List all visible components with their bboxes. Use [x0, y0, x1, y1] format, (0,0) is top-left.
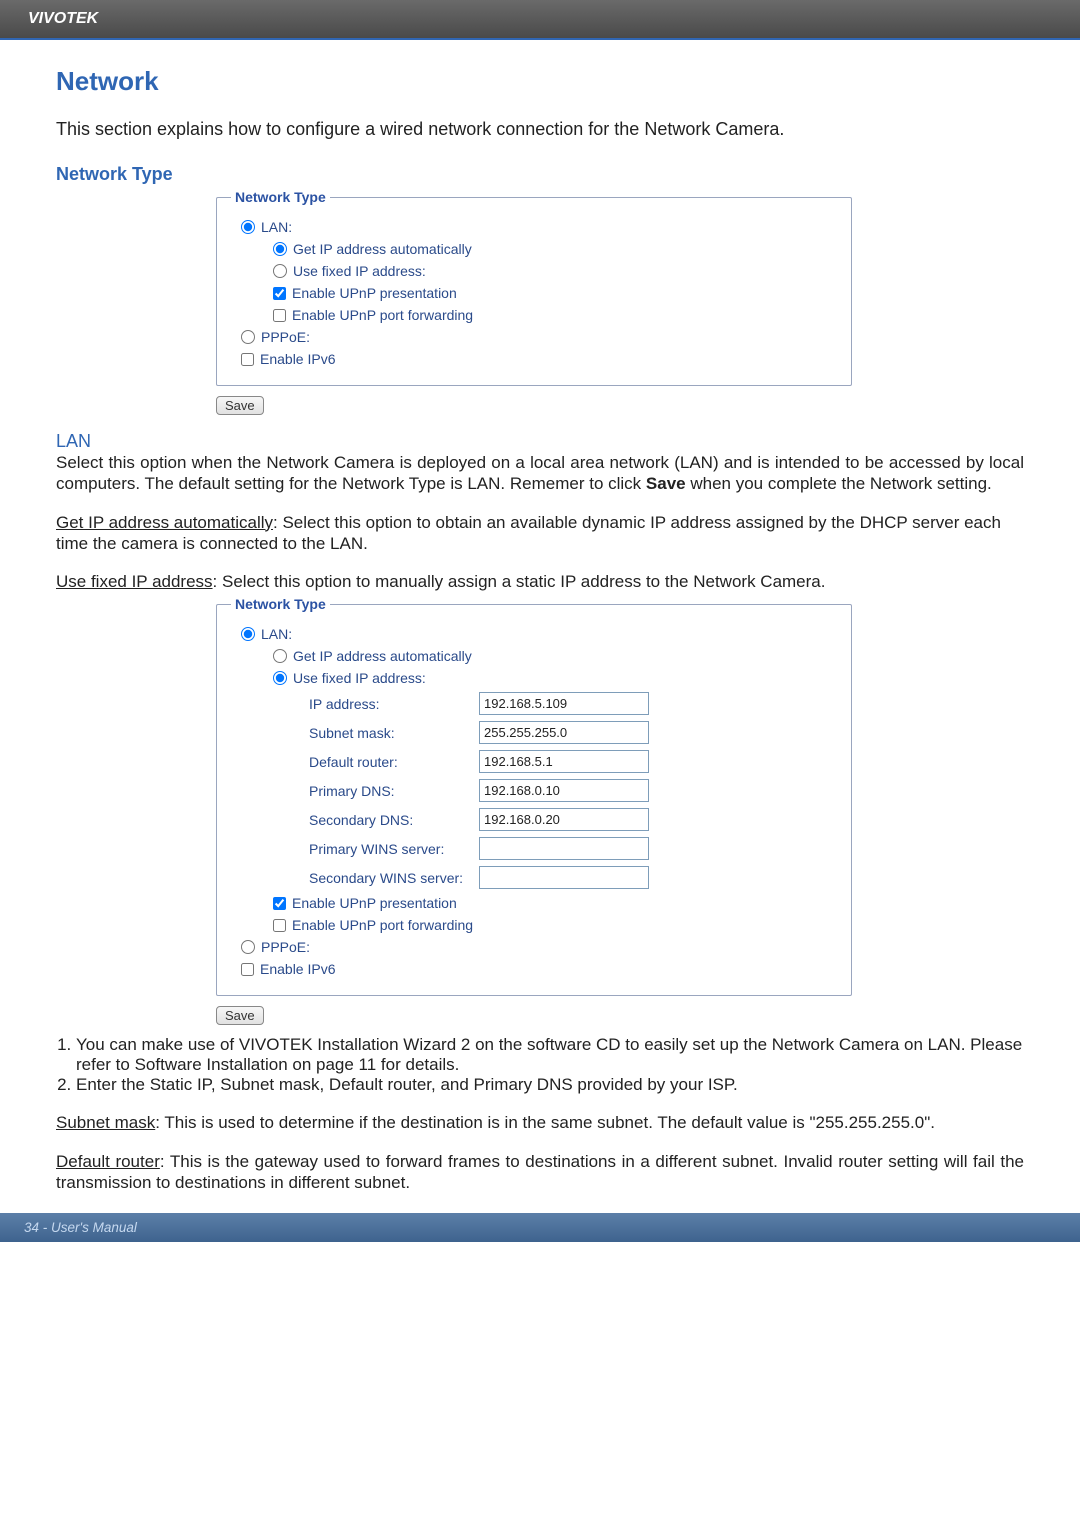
network-type-fieldset-2: Network Type LAN: Get IP address automat… [216, 596, 852, 996]
intro-paragraph: This section explains how to configure a… [56, 119, 1024, 140]
pppoe-radio-2[interactable] [241, 940, 255, 954]
brand-header: VIVOTEK [0, 0, 1080, 38]
get-ip-u: Get IP address automatically [56, 513, 273, 532]
note-2: Enter the Static IP, Subnet mask, Defaul… [76, 1075, 1024, 1095]
upnp-forwarding-checkbox-2[interactable] [273, 919, 286, 932]
subnet-mask-label: Subnet mask: [309, 725, 479, 741]
subnet-u: Subnet mask [56, 1113, 155, 1132]
default-router-label: Default router: [309, 754, 479, 770]
lan-paragraph: Select this option when the Network Came… [56, 452, 1024, 495]
use-fixed-paragraph: Use fixed IP address: Select this option… [56, 571, 1024, 592]
page-content: Network This section explains how to con… [0, 38, 1080, 1193]
lan-label: LAN: [261, 219, 292, 235]
save-button[interactable]: Save [216, 396, 264, 415]
network-type-heading: Network Type [56, 164, 1024, 185]
get-ip-auto-label: Get IP address automatically [293, 241, 472, 257]
footer-text: 34 - User's Manual [24, 1220, 137, 1235]
secondary-wins-label: Secondary WINS server: [309, 870, 479, 886]
ip-address-input[interactable] [479, 692, 649, 715]
get-ip-auto-radio-2[interactable] [273, 649, 287, 663]
lan-label-2: LAN: [261, 626, 292, 642]
page-title: Network [56, 66, 1024, 97]
get-ip-auto-label-2: Get IP address automatically [293, 648, 472, 664]
upnp-presentation-checkbox-2[interactable] [273, 897, 286, 910]
subnet-paragraph: Subnet mask: This is used to determine i… [56, 1112, 1024, 1133]
secondary-dns-label: Secondary DNS: [309, 812, 479, 828]
lan-p1b: when you complete the Network setting. [686, 474, 992, 493]
use-fixed-ip-label-2: Use fixed IP address: [293, 670, 426, 686]
upnp-presentation-checkbox[interactable] [273, 287, 286, 300]
lan-radio-2[interactable] [241, 627, 255, 641]
subnet-rest: : This is used to determine if the desti… [155, 1113, 935, 1132]
ipv6-checkbox[interactable] [241, 353, 254, 366]
lan-radio[interactable] [241, 220, 255, 234]
use-fixed-ip-label: Use fixed IP address: [293, 263, 426, 279]
upnp-forwarding-label-2: Enable UPnP port forwarding [292, 917, 473, 933]
router-u: Default router [56, 1152, 160, 1171]
primary-wins-input[interactable] [479, 837, 649, 860]
default-router-input[interactable] [479, 750, 649, 773]
primary-dns-label: Primary DNS: [309, 783, 479, 799]
primary-dns-input[interactable] [479, 779, 649, 802]
upnp-presentation-label: Enable UPnP presentation [292, 285, 457, 301]
get-ip-paragraph: Get IP address automatically: Select thi… [56, 512, 1024, 555]
get-ip-auto-radio[interactable] [273, 242, 287, 256]
fieldset-legend: Network Type [231, 189, 330, 205]
ip-address-label: IP address: [309, 696, 479, 712]
primary-wins-label: Primary WINS server: [309, 841, 479, 857]
use-fixed-rest: : Select this option to manually assign … [213, 572, 826, 591]
ipv6-label-2: Enable IPv6 [260, 961, 336, 977]
notes-list: You can make use of VIVOTEK Installation… [56, 1035, 1024, 1095]
pppoe-label: PPPoE: [261, 329, 310, 345]
lan-heading: LAN [56, 431, 1024, 452]
use-fixed-u: Use fixed IP address [56, 572, 213, 591]
use-fixed-ip-radio[interactable] [273, 264, 287, 278]
lan-p1-bold: Save [646, 474, 686, 493]
secondary-dns-input[interactable] [479, 808, 649, 831]
ipv6-label: Enable IPv6 [260, 351, 336, 367]
upnp-forwarding-label: Enable UPnP port forwarding [292, 307, 473, 323]
use-fixed-ip-radio-2[interactable] [273, 671, 287, 685]
pppoe-radio[interactable] [241, 330, 255, 344]
subnet-mask-input[interactable] [479, 721, 649, 744]
upnp-presentation-label-2: Enable UPnP presentation [292, 895, 457, 911]
router-rest: : This is the gateway used to forward fr… [56, 1152, 1024, 1192]
footer-bar: 34 - User's Manual [0, 1213, 1080, 1242]
network-type-fieldset-1: Network Type LAN: Get IP address automat… [216, 189, 852, 386]
ipv6-checkbox-2[interactable] [241, 963, 254, 976]
pppoe-label-2: PPPoE: [261, 939, 310, 955]
router-paragraph: Default router: This is the gateway used… [56, 1151, 1024, 1194]
save-button-2[interactable]: Save [216, 1006, 264, 1025]
secondary-wins-input[interactable] [479, 866, 649, 889]
note-1: You can make use of VIVOTEK Installation… [76, 1035, 1024, 1075]
fieldset-legend-2: Network Type [231, 596, 330, 612]
upnp-forwarding-checkbox[interactable] [273, 309, 286, 322]
brand-text: VIVOTEK [28, 10, 98, 27]
